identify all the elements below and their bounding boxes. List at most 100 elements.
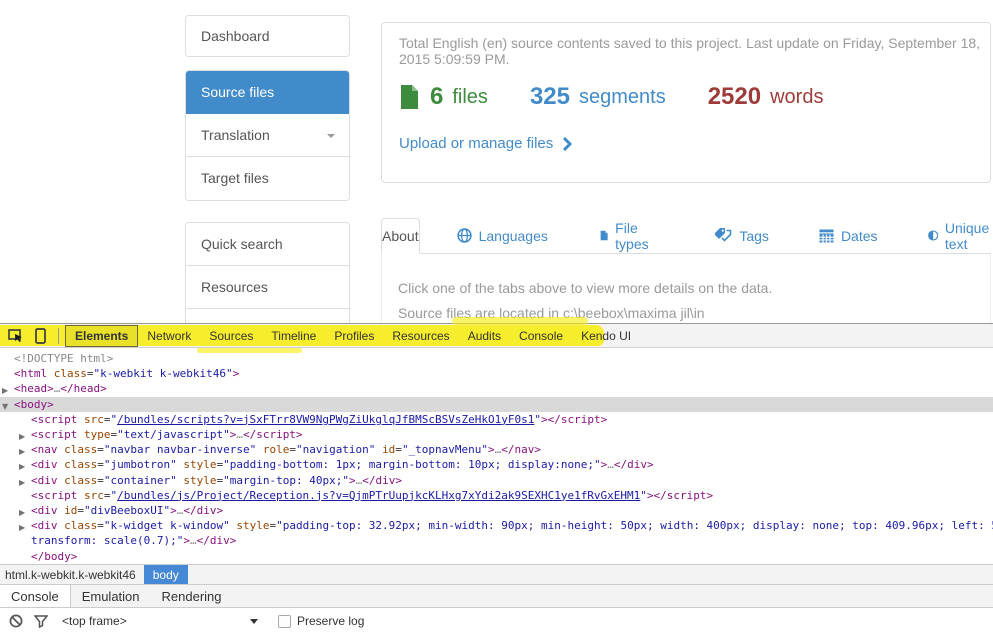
sidebar-item-source-files[interactable]: Source files <box>186 71 349 114</box>
expand-arrow-icon[interactable]: ▶ <box>19 520 25 533</box>
devtools-tab-resources[interactable]: Resources <box>383 326 458 346</box>
dom-tree-node[interactable]: <script src="/bundles/js/Project/Recepti… <box>0 488 993 503</box>
dom-tree-node[interactable]: ▶<div id="divBeeboxUI">…</div> <box>0 503 993 518</box>
tab-unique-text[interactable]: Unique text <box>911 218 993 253</box>
resource-link[interactable]: /bundles/js/Project/Reception.js?v=QjmPT… <box>117 489 640 502</box>
dom-token: > <box>541 413 548 426</box>
dom-tree-node[interactable]: transform: scale(0.7);">…</div> <box>0 533 993 548</box>
tab-languages[interactable]: Languages <box>440 218 565 253</box>
devtools-tab-console[interactable]: Console <box>510 326 572 346</box>
devtools-tab-timeline[interactable]: Timeline <box>262 326 325 346</box>
stat-value: 6 <box>430 83 443 111</box>
expand-arrow-icon[interactable]: ▶ <box>2 383 8 396</box>
tab-dates[interactable]: Dates <box>802 218 895 253</box>
tab-tags[interactable]: Tags <box>698 218 786 253</box>
dom-token: "k-webkit k-webkit46" <box>94 367 233 380</box>
sidebar-item-target-files[interactable]: Target files <box>186 157 349 200</box>
dom-token: > <box>488 443 495 456</box>
dom-token: class <box>64 443 97 456</box>
dom-token: </head> <box>60 382 106 395</box>
drawer-tab-rendering[interactable]: Rendering <box>151 585 233 607</box>
devtools-tab-network[interactable]: Network <box>138 326 200 346</box>
dom-token: style <box>183 474 216 487</box>
tab-label: Dates <box>841 228 878 244</box>
devtools-tab-elements[interactable]: Elements <box>65 325 138 347</box>
breadcrumb-html[interactable]: html.k-webkit.k-webkit46 <box>0 565 141 584</box>
frame-selector[interactable]: <top frame> <box>62 614 258 628</box>
dom-tree-node[interactable]: <html class="k-webkit k-webkit46"> <box>0 366 993 381</box>
dom-tree-node[interactable]: ▶<nav class="navbar navbar-inverse" role… <box>0 442 993 457</box>
expand-arrow-icon[interactable]: ▶ <box>19 475 25 488</box>
filter-icon[interactable] <box>34 615 48 628</box>
dom-token: > <box>170 504 177 517</box>
dom-tree-node[interactable]: ▼<body> <box>0 397 993 412</box>
tab-file-types[interactable]: File types <box>583 218 670 253</box>
dom-token: </div> <box>362 474 402 487</box>
sidebar-item-quick-search[interactable]: Quick search <box>186 223 349 266</box>
stat-words: 2520 words <box>708 83 824 111</box>
dom-token: "padding-top: 32.92px; min-width: 90px; … <box>276 519 993 532</box>
dom-tree-node[interactable]: ▶<div class="k-widget k-window" style="p… <box>0 518 993 533</box>
device-mode-icon[interactable] <box>32 328 48 344</box>
dom-token: = <box>97 474 104 487</box>
dom-token: … <box>607 458 614 471</box>
devtools-tab-profiles[interactable]: Profiles <box>325 326 383 346</box>
stat-value: 2520 <box>708 83 761 111</box>
upload-manage-files-link[interactable]: Upload or manage files <box>399 135 572 152</box>
clear-console-icon[interactable] <box>9 614 23 628</box>
sidebar-item-translation[interactable]: Translation <box>186 114 349 157</box>
expand-arrow-icon[interactable]: ▶ <box>19 459 25 472</box>
tab-content-text: Click one of the tabs above to view more… <box>398 280 990 296</box>
dom-tree-node[interactable]: ▶<div class="container" style="margin-to… <box>0 473 993 488</box>
summary-message: Total English (en) source contents saved… <box>399 35 990 67</box>
tab-about[interactable]: About <box>381 218 420 254</box>
dom-token: "k-widget k-window" <box>104 519 230 532</box>
dom-token: class <box>64 474 97 487</box>
dom-token: "navigation" <box>296 443 375 456</box>
sidebar-item-label: Translation <box>201 127 270 143</box>
dom-token <box>47 367 54 380</box>
sidebar-dashboard-card: Dashboard <box>185 15 350 57</box>
devtools-tab-kendo-ui[interactable]: Kendo UI <box>572 326 640 346</box>
expand-arrow-icon[interactable]: ▶ <box>19 444 25 457</box>
project-summary-panel: Total English (en) source contents saved… <box>381 22 991 183</box>
tab-label: Tags <box>739 228 769 244</box>
dom-tree-node[interactable]: <!DOCTYPE html> <box>0 351 993 366</box>
dom-token: src <box>84 489 104 502</box>
dom-token: = <box>289 443 296 456</box>
breadcrumb-body[interactable]: body <box>144 565 188 584</box>
sidebar-item-resources[interactable]: Resources <box>186 266 349 309</box>
drawer-tab-emulation[interactable]: Emulation <box>71 585 151 607</box>
adjust-icon <box>928 228 938 243</box>
dom-tree-node[interactable]: <script src="/bundles/scripts?v=jSxFTrr8… <box>0 412 993 427</box>
dom-token: = <box>97 443 104 456</box>
stat-segments: 325 segments <box>530 83 666 111</box>
dom-tree-node[interactable]: ▶<head>…</head> <box>0 381 993 396</box>
expand-arrow-icon[interactable]: ▶ <box>19 429 25 442</box>
devtools-tab-audits[interactable]: Audits <box>459 326 510 346</box>
dom-token: "container" <box>104 474 177 487</box>
dom-token: <div <box>31 504 58 517</box>
dom-token: <script <box>31 413 77 426</box>
dom-token: type <box>84 428 111 441</box>
dom-tree-node[interactable]: ▶<div class="jumbotron" style="padding-b… <box>0 457 993 472</box>
resource-link[interactable]: /bundles/scripts?v=jSxFTrr8VW9NgPWgZiUkg… <box>117 413 534 426</box>
detail-tab-bar: About Languages File types Tags <box>381 218 991 254</box>
dom-token: = <box>97 458 104 471</box>
dom-token <box>77 428 84 441</box>
collapse-arrow-icon[interactable]: ▼ <box>2 399 8 412</box>
preserve-log-checkbox[interactable] <box>278 615 291 628</box>
dom-tree-node[interactable]: </body> <box>0 549 993 564</box>
inspect-element-icon[interactable] <box>8 328 24 344</box>
tab-label: Languages <box>479 228 548 244</box>
dom-tree: <!DOCTYPE html><html class="k-webkit k-w… <box>0 349 993 586</box>
expand-arrow-icon[interactable]: ▶ <box>19 505 25 518</box>
dom-token: … <box>190 534 197 547</box>
tab-content-text-clipped: Source files are located in c:\beebox\ma… <box>398 305 990 321</box>
drawer-tab-console[interactable]: Console <box>0 585 71 607</box>
dom-tree-node[interactable]: ▶<script type="text/javascript">…</scrip… <box>0 427 993 442</box>
sidebar-nav-group: Source files Translation Target files <box>185 70 350 201</box>
sidebar-item-dashboard[interactable]: Dashboard <box>186 16 349 56</box>
tab-label: File types <box>615 220 653 252</box>
devtools-tab-sources[interactable]: Sources <box>200 326 262 346</box>
